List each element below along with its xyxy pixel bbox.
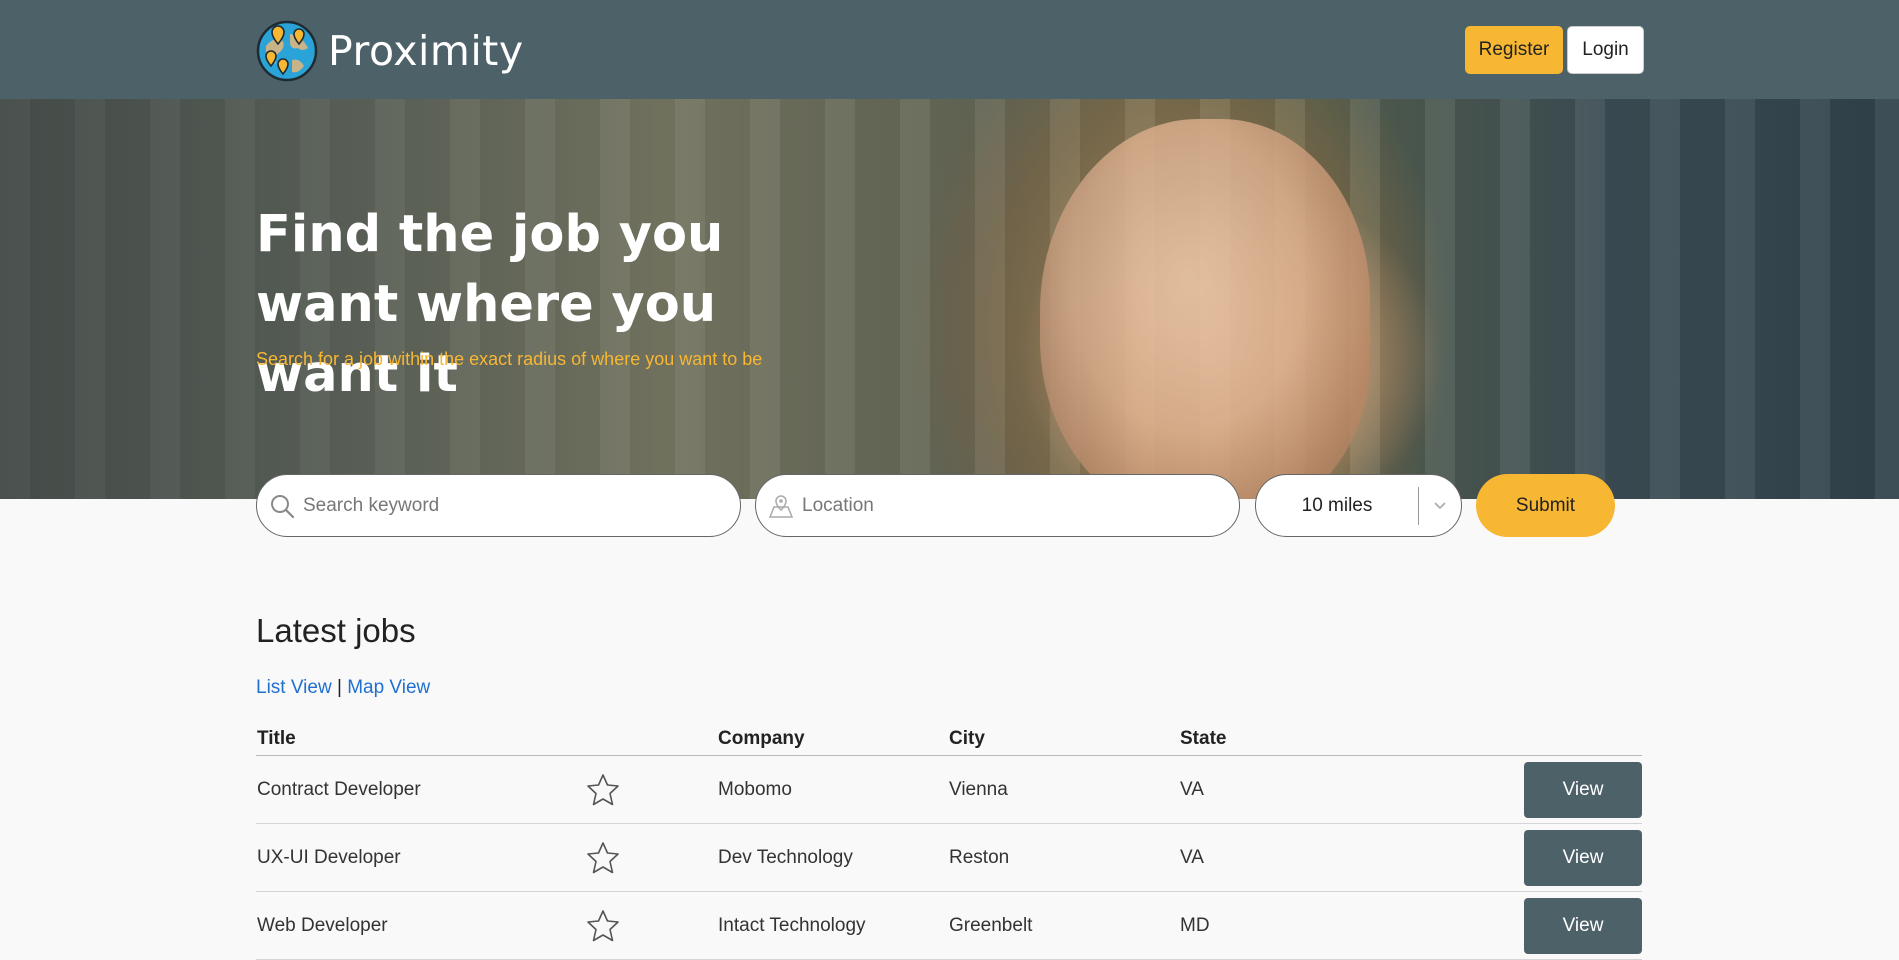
star-outline-icon[interactable] [586, 773, 620, 807]
search-input[interactable] [303, 494, 703, 517]
location-field[interactable] [755, 474, 1240, 537]
job-title: Web Developer [257, 914, 388, 936]
view-separator: | [336, 677, 342, 698]
list-view-link[interactable]: List View [256, 677, 332, 698]
col-state[interactable]: State [1180, 728, 1520, 750]
view-toggle: List View | Map View [256, 677, 430, 699]
view-job-button[interactable]: View [1524, 897, 1642, 954]
table-row: UX-UI Developer Dev Technology Reston VA… [256, 824, 1642, 892]
col-company[interactable]: Company [718, 728, 949, 750]
location-input[interactable] [802, 494, 1202, 517]
job-action: View [1520, 897, 1642, 954]
job-state: MD [1180, 914, 1210, 936]
job-action: View [1520, 829, 1642, 886]
jobs-table: Title Company City State Contract Develo… [256, 722, 1642, 960]
job-city: Vienna [949, 778, 1008, 800]
map-view-link[interactable]: Map View [347, 677, 430, 698]
job-city: Reston [949, 846, 1010, 868]
col-city[interactable]: City [949, 728, 1180, 750]
table-row: Web Developer Intact Technology Greenbel… [256, 892, 1642, 960]
job-company: Dev Technology [718, 846, 853, 868]
col-title[interactable]: Title [256, 728, 586, 750]
brand[interactable]: Proximity [256, 20, 524, 82]
globe-logo-icon [256, 20, 318, 82]
radius-select[interactable]: 10 miles [1255, 474, 1462, 537]
search-icon [271, 494, 295, 518]
radius-value: 10 miles [1301, 494, 1373, 516]
keyword-field[interactable] [256, 474, 741, 537]
hero-subtitle: Search for a job within the exact radius… [256, 349, 763, 369]
favorite-toggle[interactable] [586, 773, 718, 807]
job-city: Greenbelt [949, 914, 1033, 936]
chevron-down-icon [1434, 501, 1446, 509]
hero-title: Find the job you want where you want it [256, 205, 724, 404]
submit-button[interactable]: Submit [1476, 474, 1615, 537]
job-state: VA [1180, 846, 1204, 868]
view-job-button[interactable]: View [1524, 829, 1642, 886]
register-button[interactable]: Register [1465, 26, 1563, 74]
table-row: Contract Developer Mobomo Vienna VA View [256, 756, 1642, 824]
job-title: UX-UI Developer [257, 846, 401, 868]
job-title: Contract Developer [257, 778, 421, 800]
map-pin-icon [768, 494, 794, 518]
job-action: View [1520, 761, 1642, 818]
job-company: Intact Technology [718, 914, 866, 936]
hero-photo [1040, 119, 1370, 499]
view-job-button[interactable]: View [1524, 761, 1642, 818]
table-header: Title Company City State [256, 722, 1642, 756]
favorite-toggle[interactable] [586, 841, 718, 875]
favorite-toggle[interactable] [586, 909, 718, 943]
brand-name: Proximity [328, 27, 524, 75]
login-button[interactable]: Login [1567, 26, 1644, 74]
latest-jobs-heading: Latest jobs [256, 612, 416, 649]
navbar: Proximity Register Login [0, 0, 1899, 99]
job-state: VA [1180, 778, 1204, 800]
star-outline-icon[interactable] [586, 909, 620, 943]
job-company: Mobomo [718, 778, 792, 800]
radius-caret[interactable] [1419, 501, 1461, 511]
star-outline-icon[interactable] [586, 841, 620, 875]
